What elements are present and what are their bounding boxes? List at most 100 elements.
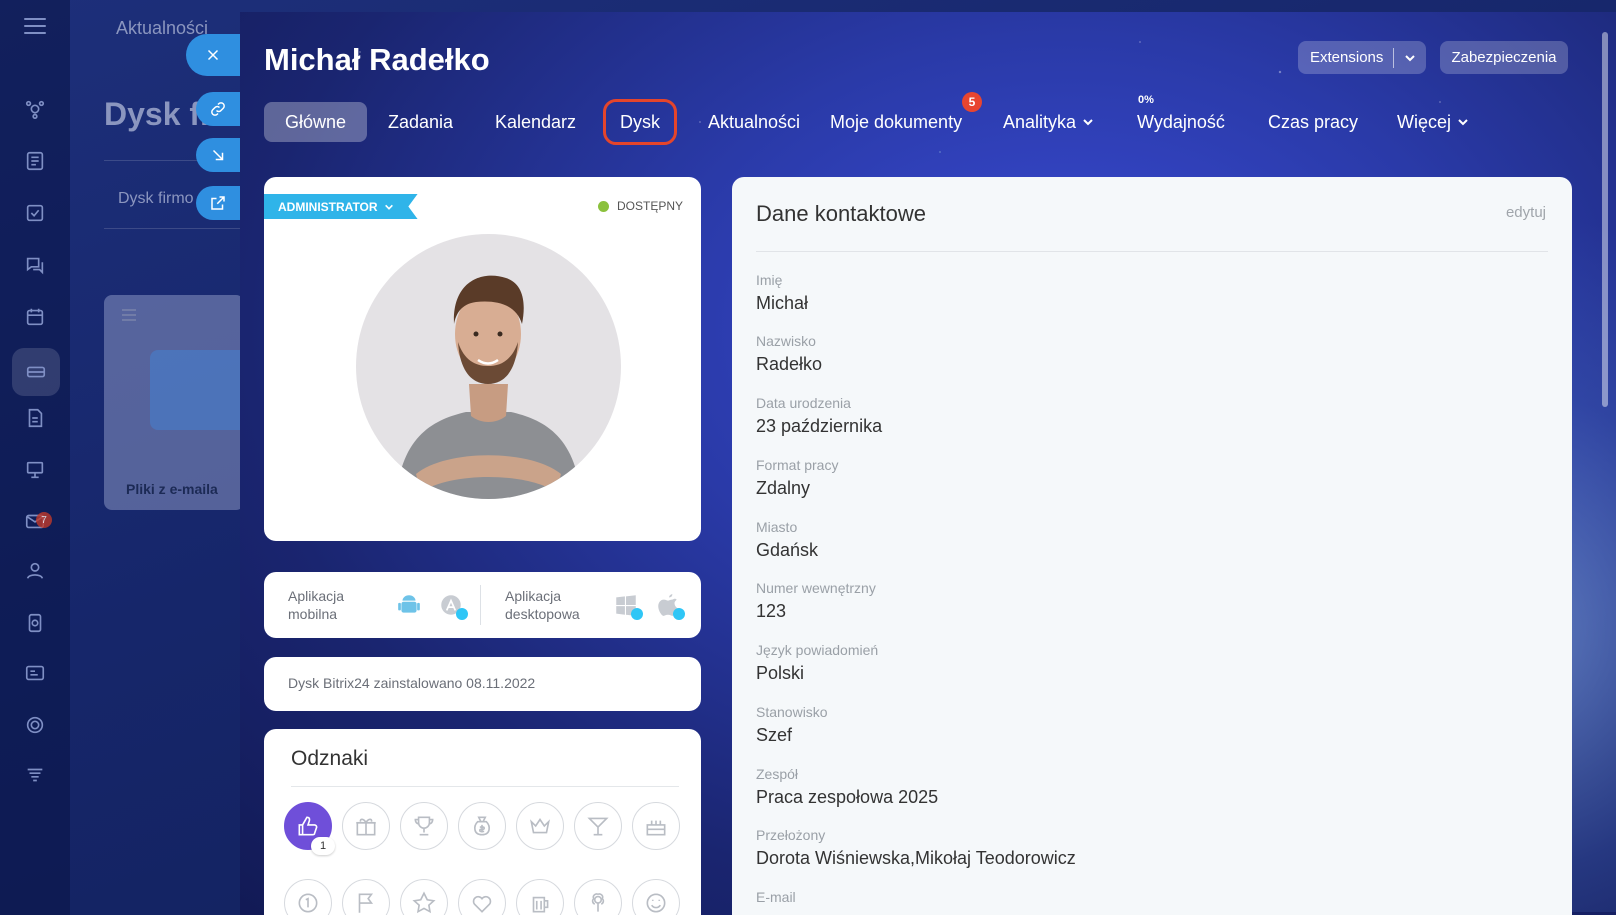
contacts-icon[interactable] — [22, 558, 48, 584]
badge-star[interactable] — [400, 879, 448, 915]
windows-icon[interactable] — [613, 592, 643, 620]
field-label: Format pracy — [756, 457, 839, 473]
status-dot — [597, 200, 609, 212]
trophy-icon — [414, 816, 434, 836]
scrollbar[interactable] — [1602, 32, 1608, 407]
badge-crown[interactable] — [516, 802, 564, 850]
pulse-icon[interactable] — [22, 96, 48, 122]
folder-card[interactable]: Pliki z e-maila — [104, 295, 250, 510]
mobile-app-label: Aplikacja mobilna — [288, 588, 345, 622]
gift-icon — [356, 818, 376, 836]
card-menu-icon[interactable] — [122, 309, 136, 324]
tab-more[interactable]: Więcej — [1397, 102, 1469, 142]
status-indicator: DOSTĘPNY — [597, 199, 683, 213]
apple-icon[interactable] — [655, 592, 685, 620]
badge-heart[interactable] — [458, 879, 506, 915]
news-icon[interactable] — [22, 148, 48, 174]
badge-flower[interactable] — [574, 879, 622, 915]
badge-thumbs-up[interactable]: 1 — [284, 802, 335, 855]
tab-label: Dysk — [620, 112, 660, 132]
tab-calendar[interactable]: Kalendarz — [495, 102, 576, 142]
download-icon — [456, 608, 468, 620]
badge-trophy[interactable] — [400, 802, 448, 850]
tab-efficiency[interactable]: Wydajność — [1137, 102, 1225, 142]
extensions-dropdown[interactable] — [1394, 52, 1426, 64]
tab-news[interactable]: Aktualności — [708, 102, 800, 142]
tab-label: Wydajność — [1137, 112, 1225, 132]
tab-tasks[interactable]: Zadania — [388, 102, 453, 142]
badge-number-one[interactable] — [284, 879, 332, 915]
field-label: E-mail — [756, 889, 796, 905]
role-tag[interactable]: ADMINISTRATOR — [264, 194, 418, 219]
field-value: Szef — [756, 725, 793, 745]
security-button[interactable]: Zabezpieczenia — [1440, 41, 1568, 74]
smile-icon — [646, 893, 666, 913]
target-icon[interactable] — [22, 712, 48, 738]
minimize-button[interactable] — [196, 138, 240, 172]
field-label: Stanowisko — [756, 704, 828, 720]
profile-slider: Michał Radełko Extensions Zabezpieczenia… — [240, 12, 1616, 915]
tab-drive[interactable]: Dysk — [603, 99, 677, 145]
field-value: Polski — [756, 663, 805, 683]
field-label: Imię — [756, 272, 783, 288]
calendar-icon[interactable] — [22, 304, 48, 330]
badge-smile[interactable] — [632, 879, 680, 915]
field-position: Stanowisko Szef — [756, 704, 828, 746]
field-birthday: Data urodzenia 23 października — [756, 395, 882, 437]
tab-label: Moje dokumenty — [830, 112, 963, 132]
left-rail: 7 — [0, 0, 70, 915]
field-last-name: Nazwisko Radełko — [756, 333, 822, 375]
presentation-icon[interactable] — [22, 457, 48, 483]
extensions-button[interactable]: Extensions — [1298, 41, 1426, 74]
subnav-company-drive[interactable]: Dysk firmo — [118, 190, 194, 208]
badges-title: Odznaki — [291, 747, 369, 770]
menu-icon[interactable] — [24, 18, 46, 39]
avatar[interactable] — [356, 234, 621, 499]
open-new-window-button[interactable] — [196, 186, 240, 220]
tab-label: Więcej — [1397, 112, 1452, 132]
arrow-down-right-icon — [212, 149, 224, 161]
badge-gift[interactable] — [342, 802, 390, 850]
tasks-icon[interactable] — [22, 200, 48, 226]
documents-icon[interactable] — [22, 405, 48, 431]
field-value: 123 — [756, 601, 787, 621]
badge-money[interactable] — [458, 802, 506, 850]
flower-icon — [591, 893, 605, 912]
badge-cocktail[interactable] — [574, 802, 622, 850]
android-icon[interactable] — [396, 592, 422, 618]
thumbs-up-icon — [298, 816, 318, 836]
chevron-down-icon — [1405, 54, 1415, 61]
field-team: Zespół Praca zespołowa 2025 — [756, 766, 938, 808]
tab-my-documents[interactable]: Moje dokumenty — [830, 102, 962, 142]
badge-cake[interactable] — [632, 802, 680, 850]
app-store-icon[interactable] — [438, 592, 468, 620]
cocktail-icon — [587, 817, 609, 836]
funnel-icon[interactable] — [22, 762, 48, 788]
copy-link-button[interactable] — [196, 92, 240, 126]
contact-card: Dane kontaktowe edytuj Imię Michał Nazwi… — [732, 177, 1572, 915]
id-card-icon[interactable] — [22, 660, 48, 686]
tab-analytics[interactable]: Analityka — [1003, 102, 1094, 142]
drive-icon[interactable] — [12, 348, 60, 396]
phone-icon[interactable] — [22, 610, 48, 636]
chevron-down-icon — [1083, 119, 1093, 126]
top-nav-news[interactable]: Aktualności — [116, 18, 208, 39]
disk-install-info: Dysk Bitrix24 zainstalowano 08.11.2022 — [264, 657, 701, 711]
field-value: Praca zespołowa 2025 — [756, 787, 939, 807]
number-one-icon — [298, 893, 318, 913]
tab-label: Analityka — [1003, 112, 1077, 132]
tab-label: Aktualności — [708, 112, 801, 132]
field-supervisor: Przełożony Dorota Wiśniewska,Mikołaj Teo… — [756, 827, 1076, 869]
chat-icon[interactable] — [22, 252, 48, 278]
external-link-icon — [211, 196, 225, 210]
badge-beer[interactable] — [516, 879, 564, 915]
chevron-down-icon — [1458, 119, 1468, 126]
mobile-app-group: Aplikacja mobilna — [264, 587, 480, 623]
documents-count-badge: 5 — [962, 92, 982, 112]
download-icon — [631, 608, 643, 620]
badge-flag[interactable] — [342, 879, 390, 915]
edit-contact-link[interactable]: edytuj — [1506, 204, 1546, 221]
tab-main[interactable]: Główne — [264, 102, 368, 142]
tab-work-time[interactable]: Czas pracy — [1268, 102, 1358, 142]
close-slider-button[interactable] — [186, 34, 240, 76]
